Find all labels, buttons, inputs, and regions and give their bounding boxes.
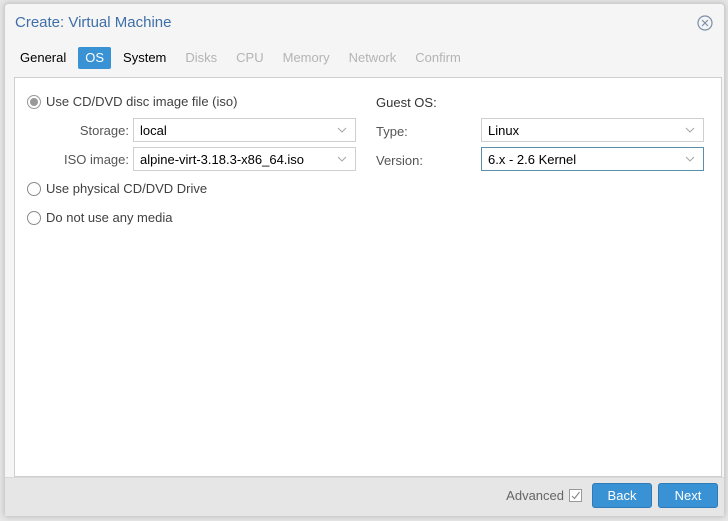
tab-general[interactable]: General — [13, 47, 73, 69]
wizard-tabs: General OS System Disks CPU Memory Netwo… — [13, 47, 473, 69]
storage-value: local — [140, 122, 167, 138]
radio-label: Use physical CD/DVD Drive — [46, 181, 208, 196]
os-version-value: 6.x - 2.6 Kernel — [488, 151, 577, 167]
storage-label: Storage: — [79, 123, 129, 138]
type-label: Type: — [376, 124, 408, 139]
tab-confirm: Confirm — [415, 50, 461, 65]
chevron-down-icon — [337, 156, 347, 162]
advanced-toggle[interactable]: Advanced — [506, 488, 582, 503]
radio-label: Do not use any media — [46, 210, 173, 225]
chevron-down-icon — [337, 127, 347, 133]
radio-checked-icon — [27, 94, 41, 109]
chevron-down-icon — [685, 127, 695, 133]
os-type-select[interactable]: Linux — [481, 118, 704, 142]
tab-disks: Disks — [185, 50, 218, 65]
close-circle-icon — [697, 15, 713, 31]
dialog-title: Create: Virtual Machine — [15, 14, 172, 31]
tab-os[interactable]: OS — [78, 47, 112, 69]
back-button[interactable]: Back — [592, 483, 652, 508]
next-button[interactable]: Next — [658, 483, 718, 508]
tab-system[interactable]: System — [116, 47, 173, 69]
os-type-value: Linux — [488, 122, 520, 138]
create-vm-dialog: Create: Virtual Machine General OS Syste… — [4, 3, 725, 517]
tab-network: Network — [348, 50, 397, 65]
radio-label: Use CD/DVD disc image file (iso) — [46, 94, 238, 109]
chevron-down-icon — [685, 156, 695, 162]
iso-image-select[interactable]: alpine-virt-3.18.3-x86_64.iso — [133, 147, 356, 171]
radio-iso-image[interactable]: Use CD/DVD disc image file (iso) — [27, 94, 237, 109]
tab-cpu: CPU — [236, 50, 264, 65]
tab-memory: Memory — [282, 50, 330, 65]
close-button[interactable] — [697, 15, 713, 31]
radio-no-media[interactable]: Do not use any media — [27, 210, 172, 225]
iso-image-value: alpine-virt-3.18.3-x86_64.iso — [140, 151, 305, 167]
radio-unchecked-icon — [27, 181, 41, 196]
advanced-checkbox[interactable] — [569, 489, 582, 502]
radio-unchecked-icon — [27, 210, 41, 225]
iso-image-label: ISO image: — [63, 152, 129, 167]
version-label: Version: — [376, 153, 423, 168]
os-version-select[interactable]: 6.x - 2.6 Kernel — [481, 147, 704, 171]
guest-os-heading: Guest OS: — [376, 95, 437, 110]
checkmark-icon — [571, 491, 580, 500]
advanced-label: Advanced — [506, 488, 564, 503]
dialog-footer: Advanced Back Next — [5, 477, 724, 516]
storage-select[interactable]: local — [133, 118, 356, 142]
radio-physical-drive[interactable]: Use physical CD/DVD Drive — [27, 181, 207, 196]
os-panel: Use CD/DVD disc image file (iso) Storage… — [14, 77, 722, 477]
